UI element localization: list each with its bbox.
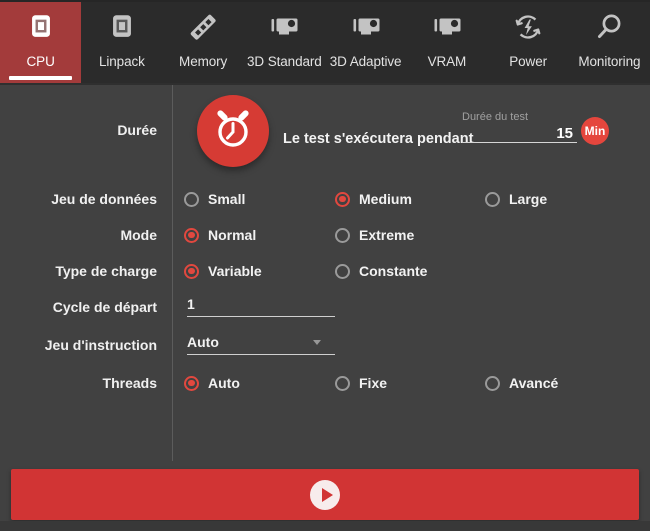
radio-icon — [335, 375, 350, 391]
duration-label: Durée — [117, 122, 157, 138]
selected-value: Auto — [187, 334, 219, 350]
tab-label: Monitoring — [578, 54, 641, 69]
minutes-unit-button[interactable]: Min — [581, 117, 609, 145]
tab-label: Power — [509, 54, 547, 69]
tab-cpu[interactable]: CPU — [0, 2, 82, 83]
threads-radio-group: Auto Fixe Avancé — [0, 372, 650, 394]
tab-bar: CPU Linpack Memory 3D Standard 3D Adapti… — [0, 0, 650, 85]
radio-auto[interactable]: Auto — [184, 372, 240, 394]
tab-label: VRAM — [427, 54, 467, 69]
power-cycle-icon — [511, 8, 545, 45]
tab-label: Linpack — [98, 54, 145, 69]
tab-label: 3D Adaptive — [329, 54, 402, 69]
radio-icon — [335, 263, 350, 279]
tab-vram[interactable]: VRAM — [406, 2, 487, 83]
start-test-button[interactable] — [11, 469, 639, 520]
magnifier-icon — [592, 8, 626, 45]
start-cycle-input[interactable]: 1 — [187, 294, 335, 317]
radio-large[interactable]: Large — [485, 188, 547, 210]
radio-icon — [184, 191, 199, 207]
tab-label: Memory — [179, 54, 228, 69]
radio-icon — [184, 227, 199, 243]
test-duration-input[interactable]: 15 — [462, 126, 577, 143]
tab-label: CPU — [26, 54, 55, 69]
radio-small[interactable]: Small — [184, 188, 245, 210]
chip-icon — [106, 8, 138, 45]
tab-3d-standard[interactable]: 3D Standard — [244, 2, 325, 83]
radio-normal[interactable]: Normal — [184, 224, 256, 246]
alarm-clock-icon — [211, 107, 255, 156]
tab-memory[interactable]: Memory — [163, 2, 244, 83]
gpu-card-icon — [430, 8, 464, 45]
window-bottom-edge — [0, 521, 650, 531]
chevron-down-icon — [313, 340, 321, 345]
cpu-test-settings-panel: Durée Le test s'exécutera pendant Durée … — [0, 85, 650, 521]
radio-icon — [485, 191, 500, 207]
radio-medium[interactable]: Medium — [335, 188, 412, 210]
start-cycle-row: 1 — [0, 296, 650, 318]
gpu-card-icon — [349, 8, 383, 45]
radio-icon — [335, 191, 350, 207]
radio-icon — [485, 375, 500, 391]
instruction-set-row: Auto — [0, 334, 650, 356]
radio-extreme[interactable]: Extreme — [335, 224, 414, 246]
gpu-card-icon — [267, 8, 301, 45]
ram-stick-icon — [186, 8, 220, 45]
test-duration-field-label: Durée du test — [462, 111, 529, 123]
radio-avance[interactable]: Avancé — [485, 372, 558, 394]
tab-label: 3D Standard — [247, 54, 322, 69]
duration-description: Le test s'exécutera pendant — [283, 131, 474, 147]
radio-variable[interactable]: Variable — [184, 260, 262, 282]
instruction-set-select[interactable]: Auto — [187, 332, 335, 355]
radio-icon — [335, 227, 350, 243]
radio-fixe[interactable]: Fixe — [335, 372, 387, 394]
radio-icon — [184, 375, 199, 391]
tab-linpack[interactable]: Linpack — [81, 2, 162, 83]
mode-radio-group: Normal Extreme — [0, 224, 650, 246]
alarm-clock-button[interactable] — [197, 95, 269, 167]
play-icon — [310, 479, 340, 510]
load-type-radio-group: Variable Constante — [0, 260, 650, 282]
app-window: CPU Linpack Memory 3D Standard 3D Adapti… — [0, 0, 650, 531]
tab-3d-adaptive[interactable]: 3D Adaptive — [325, 2, 406, 83]
tab-power[interactable]: Power — [488, 2, 569, 83]
radio-constante[interactable]: Constante — [335, 260, 427, 282]
dataset-radio-group: Small Medium Large — [0, 188, 650, 210]
cpu-chip-icon — [25, 8, 57, 45]
radio-icon — [184, 263, 199, 279]
tab-monitoring[interactable]: Monitoring — [569, 2, 650, 83]
